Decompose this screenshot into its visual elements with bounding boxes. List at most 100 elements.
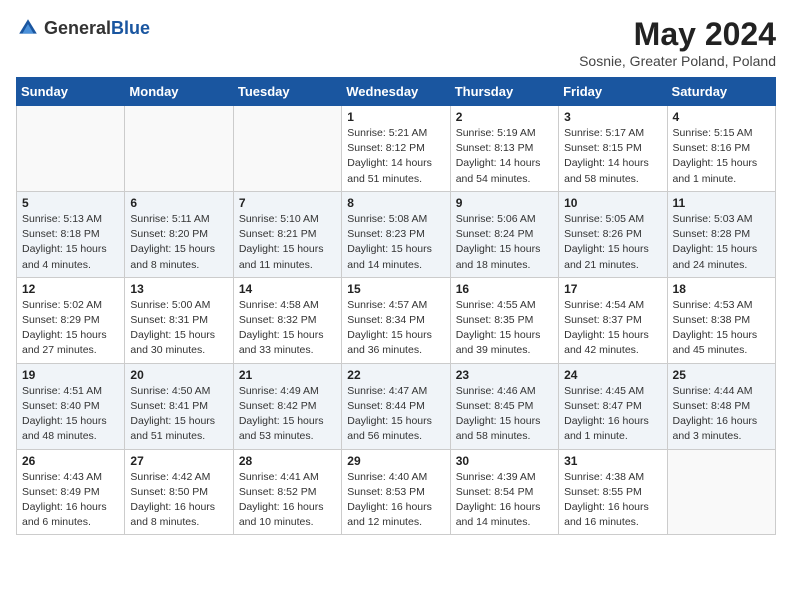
calendar-cell: 31 Sunrise: 4:38 AM Sunset: 8:55 PM Dayli…: [559, 449, 667, 535]
day-number: 18: [673, 282, 770, 296]
day-info: Sunrise: 4:57 AM Sunset: 8:34 PM Dayligh…: [347, 298, 444, 359]
calendar-week-row: 26 Sunrise: 4:43 AM Sunset: 8:49 PM Dayli…: [17, 449, 776, 535]
day-number: 24: [564, 368, 661, 382]
weekday-header: Thursday: [450, 78, 558, 106]
calendar-cell: 28Sunrise: 4:41 AM Sunset: 8:52 PM Dayli…: [233, 449, 341, 535]
day-number: 4: [673, 110, 770, 124]
calendar-cell: 16 Sunrise: 4:55 AM Sunset: 8:35 PM Dayli…: [450, 277, 558, 363]
day-number: 30: [456, 454, 553, 468]
calendar-week-row: 19Sunrise: 4:51 AM Sunset: 8:40 PM Dayli…: [17, 363, 776, 449]
day-number: 27: [130, 454, 227, 468]
logo-icon: [16, 16, 40, 40]
day-number: 20: [130, 368, 227, 382]
header-row: SundayMondayTuesdayWednesdayThursdayFrid…: [17, 78, 776, 106]
day-number: 19: [22, 368, 119, 382]
day-info: Sunrise: 5:21 AM Sunset: 8:12 PM Dayligh…: [347, 126, 444, 187]
calendar-cell: 22 Sunrise: 4:47 AM Sunset: 8:44 PM Dayli…: [342, 363, 450, 449]
calendar-cell: 9 Sunrise: 5:06 AM Sunset: 8:24 PM Daylig…: [450, 191, 558, 277]
day-info: Sunrise: 4:50 AM Sunset: 8:41 PM Dayligh…: [130, 384, 227, 445]
calendar-cell: 14Sunrise: 4:58 AM Sunset: 8:32 PM Dayli…: [233, 277, 341, 363]
calendar-cell: 23Sunrise: 4:46 AM Sunset: 8:45 PM Dayli…: [450, 363, 558, 449]
calendar-cell: 19Sunrise: 4:51 AM Sunset: 8:40 PM Dayli…: [17, 363, 125, 449]
day-number: 29: [347, 454, 444, 468]
day-number: 23: [456, 368, 553, 382]
calendar-cell: 4 Sunrise: 5:15 AM Sunset: 8:16 PM Daylig…: [667, 106, 775, 192]
day-info: Sunrise: 5:02 AM Sunset: 8:29 PM Dayligh…: [22, 298, 119, 359]
calendar-cell: 12Sunrise: 5:02 AM Sunset: 8:29 PM Dayli…: [17, 277, 125, 363]
calendar-cell: 10 Sunrise: 5:05 AM Sunset: 8:26 PM Dayli…: [559, 191, 667, 277]
weekday-header: Tuesday: [233, 78, 341, 106]
day-number: 26: [22, 454, 119, 468]
calendar-cell: 5Sunrise: 5:13 AM Sunset: 8:18 PM Daylig…: [17, 191, 125, 277]
day-number: 8: [347, 196, 444, 210]
calendar-cell: 29Sunrise: 4:40 AM Sunset: 8:53 PM Dayli…: [342, 449, 450, 535]
calendar-cell: [233, 106, 341, 192]
calendar-cell: [125, 106, 233, 192]
day-number: 16: [456, 282, 553, 296]
subtitle: Sosnie, Greater Poland, Poland: [579, 53, 776, 69]
day-number: 17: [564, 282, 661, 296]
calendar-cell: 25Sunrise: 4:44 AM Sunset: 8:48 PM Dayli…: [667, 363, 775, 449]
calendar-cell: 18 Sunrise: 4:53 AM Sunset: 8:38 PM Dayli…: [667, 277, 775, 363]
day-number: 22: [347, 368, 444, 382]
day-number: 25: [673, 368, 770, 382]
calendar-cell: 13Sunrise: 5:00 AM Sunset: 8:31 PM Dayli…: [125, 277, 233, 363]
logo: GeneralBlue: [16, 16, 150, 40]
day-number: 28: [239, 454, 336, 468]
day-number: 10: [564, 196, 661, 210]
calendar-table: SundayMondayTuesdayWednesdayThursdayFrid…: [16, 77, 776, 535]
title-block: May 2024 Sosnie, Greater Poland, Poland: [579, 16, 776, 69]
calendar-cell: 24 Sunrise: 4:45 AM Sunset: 8:47 PM Dayli…: [559, 363, 667, 449]
calendar-cell: 21 Sunrise: 4:49 AM Sunset: 8:42 PM Dayli…: [233, 363, 341, 449]
day-info: Sunrise: 4:38 AM Sunset: 8:55 PM Dayligh…: [564, 470, 661, 531]
calendar-cell: 20 Sunrise: 4:50 AM Sunset: 8:41 PM Dayli…: [125, 363, 233, 449]
day-info: Sunrise: 4:45 AM Sunset: 8:47 PM Dayligh…: [564, 384, 661, 445]
day-info: Sunrise: 5:11 AM Sunset: 8:20 PM Dayligh…: [130, 212, 227, 273]
day-info: Sunrise: 4:43 AM Sunset: 8:49 PM Dayligh…: [22, 470, 119, 531]
calendar-cell: 7 Sunrise: 5:10 AM Sunset: 8:21 PM Daylig…: [233, 191, 341, 277]
day-info: Sunrise: 5:10 AM Sunset: 8:21 PM Dayligh…: [239, 212, 336, 273]
day-info: Sunrise: 5:08 AM Sunset: 8:23 PM Dayligh…: [347, 212, 444, 273]
day-number: 9: [456, 196, 553, 210]
calendar-cell: [667, 449, 775, 535]
day-info: Sunrise: 5:15 AM Sunset: 8:16 PM Dayligh…: [673, 126, 770, 187]
calendar-cell: 30 Sunrise: 4:39 AM Sunset: 8:54 PM Dayli…: [450, 449, 558, 535]
weekday-header: Friday: [559, 78, 667, 106]
day-number: 2: [456, 110, 553, 124]
weekday-header: Monday: [125, 78, 233, 106]
day-info: Sunrise: 5:19 AM Sunset: 8:13 PM Dayligh…: [456, 126, 553, 187]
day-info: Sunrise: 4:49 AM Sunset: 8:42 PM Dayligh…: [239, 384, 336, 445]
day-info: Sunrise: 5:05 AM Sunset: 8:26 PM Dayligh…: [564, 212, 661, 273]
day-info: Sunrise: 4:53 AM Sunset: 8:38 PM Dayligh…: [673, 298, 770, 359]
day-info: Sunrise: 4:47 AM Sunset: 8:44 PM Dayligh…: [347, 384, 444, 445]
day-number: 3: [564, 110, 661, 124]
calendar-cell: 3 Sunrise: 5:17 AM Sunset: 8:15 PM Daylig…: [559, 106, 667, 192]
calendar-cell: 26 Sunrise: 4:43 AM Sunset: 8:49 PM Dayli…: [17, 449, 125, 535]
weekday-header: Wednesday: [342, 78, 450, 106]
day-info: Sunrise: 5:13 AM Sunset: 8:18 PM Dayligh…: [22, 212, 119, 273]
day-info: Sunrise: 4:55 AM Sunset: 8:35 PM Dayligh…: [456, 298, 553, 359]
day-number: 13: [130, 282, 227, 296]
day-number: 21: [239, 368, 336, 382]
main-title: May 2024: [579, 16, 776, 53]
day-number: 6: [130, 196, 227, 210]
logo-text: GeneralBlue: [44, 18, 150, 39]
logo-blue: Blue: [111, 18, 150, 38]
day-number: 31: [564, 454, 661, 468]
calendar-cell: 15Sunrise: 4:57 AM Sunset: 8:34 PM Dayli…: [342, 277, 450, 363]
day-number: 1: [347, 110, 444, 124]
calendar-cell: 27Sunrise: 4:42 AM Sunset: 8:50 PM Dayli…: [125, 449, 233, 535]
calendar-cell: 6 Sunrise: 5:11 AM Sunset: 8:20 PM Daylig…: [125, 191, 233, 277]
weekday-header: Saturday: [667, 78, 775, 106]
calendar-cell: 11Sunrise: 5:03 AM Sunset: 8:28 PM Dayli…: [667, 191, 775, 277]
day-number: 7: [239, 196, 336, 210]
calendar-cell: 17Sunrise: 4:54 AM Sunset: 8:37 PM Dayli…: [559, 277, 667, 363]
day-number: 11: [673, 196, 770, 210]
day-info: Sunrise: 5:17 AM Sunset: 8:15 PM Dayligh…: [564, 126, 661, 187]
calendar-week-row: 1 Sunrise: 5:21 AM Sunset: 8:12 PM Daylig…: [17, 106, 776, 192]
calendar-cell: 8 Sunrise: 5:08 AM Sunset: 8:23 PM Daylig…: [342, 191, 450, 277]
day-info: Sunrise: 5:06 AM Sunset: 8:24 PM Dayligh…: [456, 212, 553, 273]
calendar-cell: 1 Sunrise: 5:21 AM Sunset: 8:12 PM Daylig…: [342, 106, 450, 192]
day-info: Sunrise: 4:39 AM Sunset: 8:54 PM Dayligh…: [456, 470, 553, 531]
logo-general: General: [44, 18, 111, 38]
